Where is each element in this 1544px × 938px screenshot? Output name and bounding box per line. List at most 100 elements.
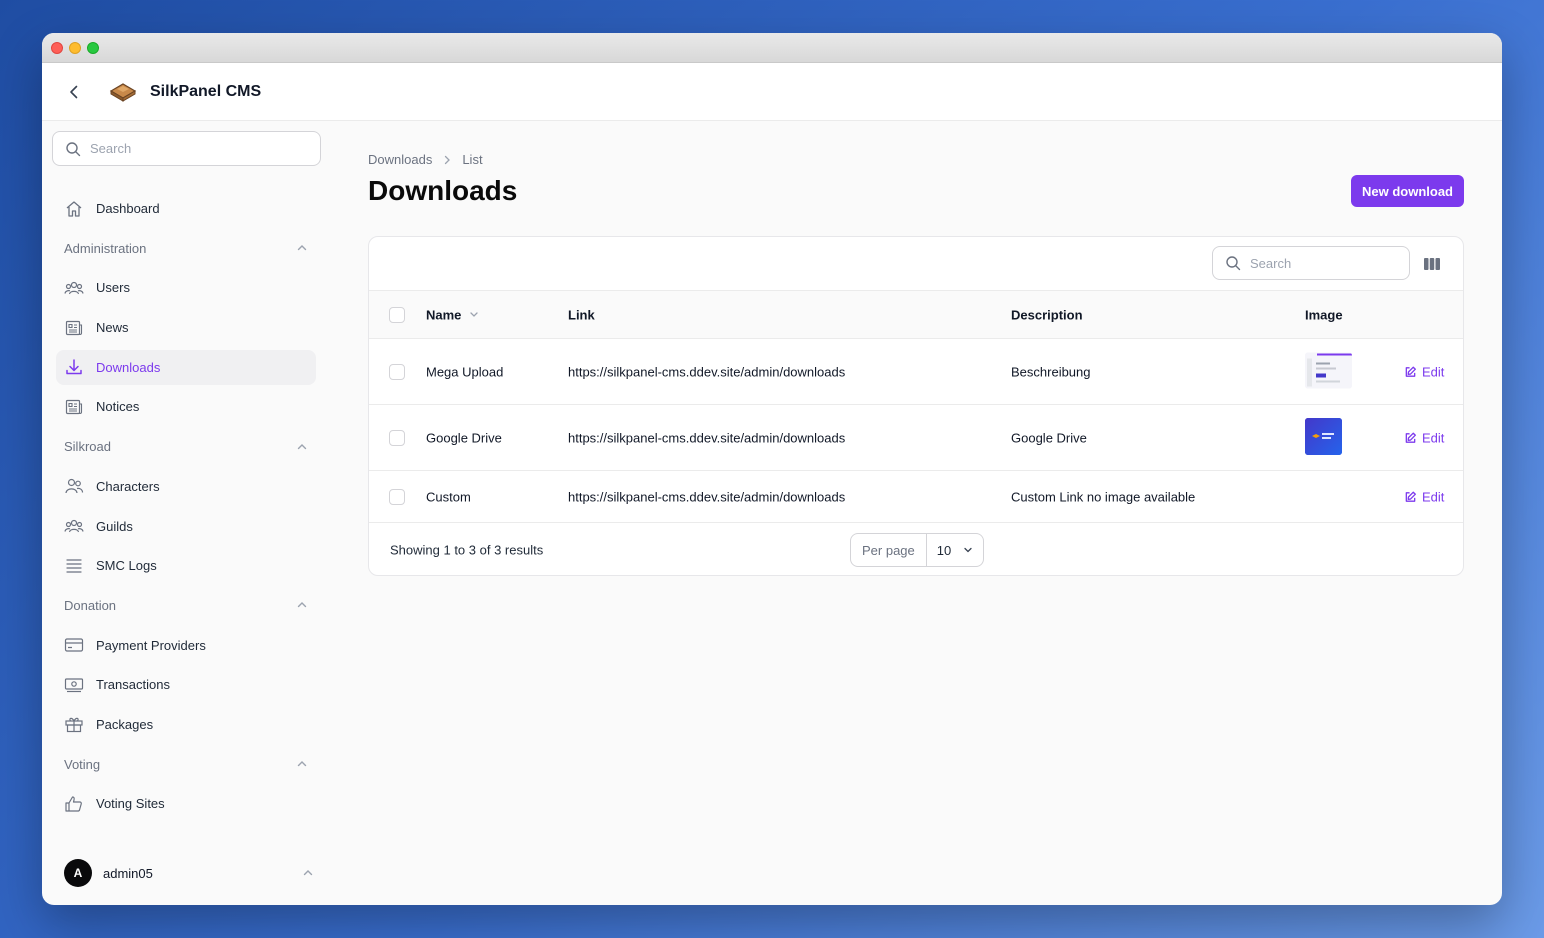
row-description: Custom Link no image available <box>1011 489 1196 504</box>
row-name: Mega Upload <box>426 364 504 379</box>
chevron-up-icon <box>297 245 307 251</box>
sidebar-item-label: Dashboard <box>96 201 160 216</box>
minimize-window-button[interactable] <box>69 41 81 54</box>
sidebar-item-notices[interactable]: Notices <box>56 389 316 424</box>
row-description: Google Drive <box>1011 430 1087 445</box>
app-window: SilkPanel CMS Dashboard Administration U… <box>42 33 1502 905</box>
breadcrumb-root[interactable]: Downloads <box>368 152 432 167</box>
chevron-down-icon <box>964 547 972 553</box>
pencil-square-icon <box>1405 491 1416 502</box>
sidebar-group-voting[interactable]: Voting <box>56 747 316 782</box>
sidebar-search-input[interactable] <box>90 141 290 156</box>
table-search[interactable] <box>1212 246 1410 280</box>
download-icon <box>64 357 84 377</box>
new-download-button[interactable]: New download <box>1351 175 1464 207</box>
sidebar-group-silkroad[interactable]: Silkroad <box>56 429 316 464</box>
column-header-name: Name <box>426 307 462 322</box>
per-page-dropdown[interactable]: 10 <box>927 543 983 558</box>
list-icon <box>64 556 84 576</box>
search-icon <box>66 141 81 156</box>
sidebar-search[interactable] <box>52 131 321 166</box>
avatar: A <box>64 859 92 887</box>
downloads-table: Name Link Description Image Mega Upload … <box>368 236 1464 576</box>
breadcrumb-current: List <box>462 152 483 167</box>
window-titlebar <box>42 33 1502 63</box>
row-name: Custom <box>426 489 471 504</box>
user-group-icon <box>64 476 84 496</box>
sidebar-item-label: Packages <box>96 716 154 732</box>
search-icon <box>1226 256 1241 271</box>
row-link: https://silkpanel-cms.ddev.site/admin/do… <box>568 489 846 504</box>
view-columns-icon <box>1424 258 1440 270</box>
sidebar-item-news[interactable]: News <box>56 310 316 345</box>
sidebar-group-label: Administration <box>64 240 147 256</box>
maximize-window-button[interactable] <box>87 41 99 54</box>
row-checkbox[interactable] <box>389 363 405 380</box>
table-footer: Showing 1 to 3 of 3 results Per page 10 <box>369 523 1463 575</box>
table-row[interactable]: Mega Upload https://silkpanel-cms.ddev.s… <box>369 339 1463 405</box>
sidebar-item-label: Downloads <box>96 359 161 375</box>
per-page-select[interactable]: Per page 10 <box>850 533 984 567</box>
sidebar-item-label: Transactions <box>96 677 170 693</box>
sidebar-item-characters[interactable]: Characters <box>56 469 316 504</box>
row-checkbox[interactable] <box>389 429 405 446</box>
table-toolbar <box>369 237 1463 291</box>
sidebar-item-voting-sites[interactable]: Voting Sites <box>56 786 316 821</box>
sidebar-item-transactions[interactable]: Transactions <box>56 667 316 702</box>
table-search-input[interactable] <box>1250 255 1390 271</box>
edit-button[interactable]: Edit <box>1404 364 1444 379</box>
edit-label: Edit <box>1422 430 1445 445</box>
edit-button[interactable]: Edit <box>1404 489 1444 504</box>
edit-button[interactable]: Edit <box>1404 430 1444 445</box>
sidebar-item-label: Guilds <box>96 518 133 534</box>
chevron-up-icon <box>303 870 313 876</box>
row-checkbox[interactable] <box>389 488 405 505</box>
back-button[interactable] <box>64 82 84 102</box>
sidebar-item-label: Payment Providers <box>96 637 206 653</box>
sidebar-item-label: News <box>96 320 129 336</box>
close-window-button[interactable] <box>51 41 63 54</box>
user-name: admin05 <box>103 865 153 881</box>
results-summary: Showing 1 to 3 of 3 results <box>390 542 544 558</box>
row-link: https://silkpanel-cms.ddev.site/admin/do… <box>568 430 846 445</box>
table-row[interactable]: Google Drive https://silkpanel-cms.ddev.… <box>369 405 1463 471</box>
sidebar-item-label: SMC Logs <box>96 558 157 574</box>
user-menu[interactable]: A admin05 <box>64 859 314 887</box>
pencil-square-icon <box>1405 432 1416 443</box>
users-icon <box>64 278 84 298</box>
sidebar-group-donation[interactable]: Donation <box>56 588 316 623</box>
column-header-link: Link <box>568 307 595 322</box>
sidebar-item-guilds[interactable]: Guilds <box>56 509 316 544</box>
chevron-up-icon <box>297 602 307 608</box>
chevron-right-icon <box>445 155 451 164</box>
page-title: Downloads <box>368 175 518 206</box>
sidebar-group-administration[interactable]: Administration <box>56 231 316 266</box>
sidebar-item-smc-logs[interactable]: SMC Logs <box>56 548 316 583</box>
sidebar-item-payment-providers[interactable]: Payment Providers <box>56 628 316 663</box>
sidebar-item-label: Users <box>96 280 130 296</box>
chevron-left-icon <box>70 85 78 98</box>
edit-label: Edit <box>1422 364 1445 379</box>
row-description: Beschreibung <box>1011 364 1091 379</box>
sort-name-header[interactable]: Name <box>426 307 479 322</box>
sidebar: Dashboard Administration Users News Down… <box>42 121 332 905</box>
sidebar-item-packages[interactable]: Packages <box>56 707 316 742</box>
sidebar-group-label: Voting <box>64 756 101 772</box>
thumbs-up-icon <box>64 794 84 814</box>
sidebar-item-dashboard[interactable]: Dashboard <box>56 191 316 226</box>
sidebar-item-users[interactable]: Users <box>56 270 316 305</box>
sidebar-item-downloads[interactable]: Downloads <box>56 349 316 385</box>
sidebar-nav: Dashboard Administration Users News Down… <box>56 191 316 826</box>
table-row[interactable]: Custom https://silkpanel-cms.ddev.site/a… <box>369 471 1463 523</box>
banknote-icon <box>64 675 84 695</box>
sidebar-group-label: Donation <box>64 597 117 613</box>
credit-card-icon <box>64 635 84 655</box>
row-image-thumbnail <box>1305 417 1342 458</box>
edit-label: Edit <box>1422 489 1445 504</box>
chevron-down-icon <box>470 312 479 317</box>
column-header-description: Description <box>1011 307 1083 322</box>
columns-toggle-button[interactable] <box>1422 254 1442 274</box>
chevron-up-icon <box>297 761 307 767</box>
pencil-square-icon <box>1405 366 1416 377</box>
select-all-checkbox[interactable] <box>389 306 405 323</box>
